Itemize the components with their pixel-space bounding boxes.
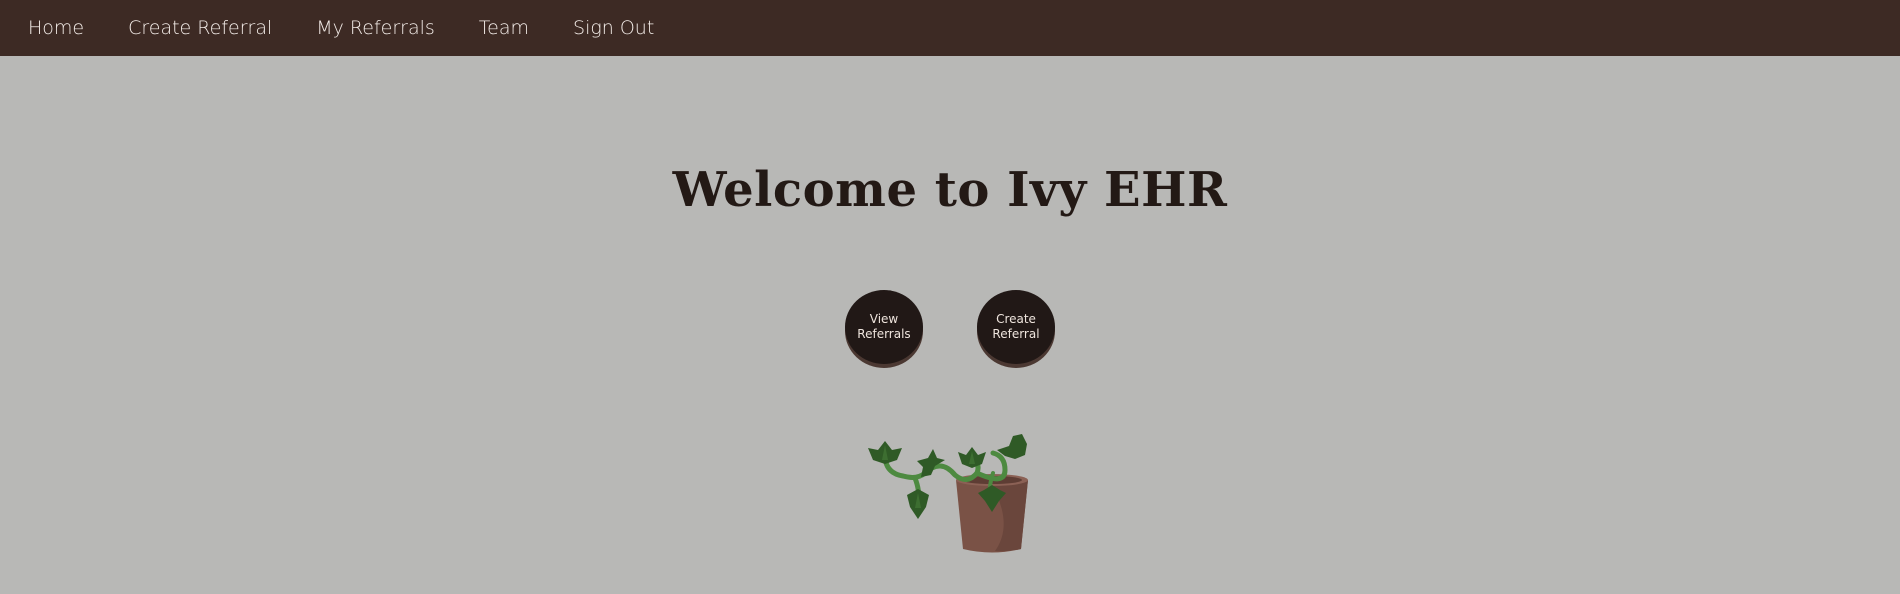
view-referrals-button[interactable]: View Referrals: [845, 290, 923, 364]
top-navbar: Home Create Referral My Referrals Team S…: [0, 0, 1900, 56]
ivy-plant-pot-icon: [868, 434, 1028, 553]
nav-my-referrals-link[interactable]: My Referrals: [316, 17, 435, 39]
page-title: Welcome to Ivy EHR: [672, 162, 1228, 218]
nav-create-referral-link[interactable]: Create Referral: [128, 17, 272, 39]
nav-sign-out-link[interactable]: Sign Out: [573, 17, 654, 39]
create-referral-button[interactable]: Create Referral: [977, 290, 1055, 364]
nav-team-link[interactable]: Team: [479, 17, 529, 39]
nav-home-link[interactable]: Home: [28, 17, 84, 39]
view-referrals-label-line1: View: [869, 312, 899, 326]
create-referral-label-line2: Referral: [992, 327, 1040, 341]
view-referrals-label-line2: Referrals: [857, 327, 911, 341]
create-referral-label-line1: Create: [996, 312, 1036, 326]
